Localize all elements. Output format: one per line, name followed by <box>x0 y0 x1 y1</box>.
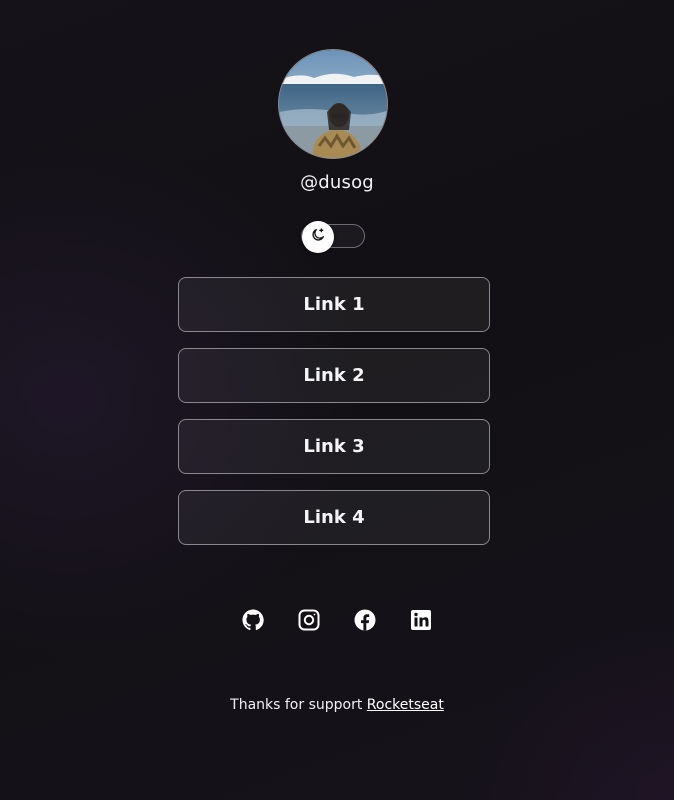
linkedin-icon[interactable] <box>409 608 433 632</box>
rocketseat-link[interactable]: Rocketseat <box>367 697 444 713</box>
username: @dusog <box>300 172 374 193</box>
moon-stars-icon <box>310 227 326 247</box>
instagram-icon[interactable] <box>297 608 321 632</box>
footer-text: Thanks for support <box>230 697 367 713</box>
facebook-icon[interactable] <box>353 608 377 632</box>
link-button-3[interactable]: Link 3 <box>178 419 490 474</box>
profile-page: @dusog Link 1 Link 2 Link 3 Link 4 Thank… <box>0 0 674 800</box>
link-button-4[interactable]: Link 4 <box>178 490 490 545</box>
theme-toggle-knob[interactable] <box>302 221 334 253</box>
github-icon[interactable] <box>241 608 265 632</box>
links-list: Link 1 Link 2 Link 3 Link 4 <box>178 277 490 561</box>
link-button-1[interactable]: Link 1 <box>178 277 490 332</box>
avatar <box>278 49 388 159</box>
footer: Thanks for support Rocketseat <box>0 697 674 713</box>
link-button-2[interactable]: Link 2 <box>178 348 490 403</box>
social-links <box>0 608 674 632</box>
